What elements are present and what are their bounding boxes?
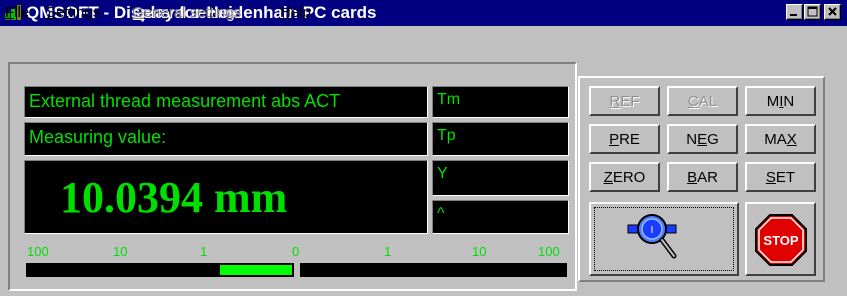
bar-button[interactable]: BAR <box>667 162 738 192</box>
max-label-accel: X <box>786 131 797 148</box>
max-label-pre: MA <box>764 131 787 148</box>
maximize-button[interactable] <box>804 4 821 20</box>
menu-file-label: ile <box>14 4 30 21</box>
cal-button[interactable]: CAL <box>667 86 738 116</box>
set-label-accel: S <box>765 169 776 186</box>
measuring-value-label: Measuring value: <box>29 127 167 147</box>
scale-tick-label: 0 <box>292 244 300 259</box>
ref-button[interactable]: REF <box>589 86 660 116</box>
pre-label-accel: P <box>609 131 620 148</box>
stop-sign-icon: STOP <box>754 213 808 272</box>
menu-general-settings: General settings <box>132 3 241 23</box>
scale-tick-label: 10 <box>472 244 487 259</box>
cal-label-post: AL <box>698 93 718 110</box>
maximize-icon <box>807 6 818 17</box>
measuring-value-line: Measuring value: <box>24 122 428 156</box>
side-field-y: Y <box>432 160 569 196</box>
side-field-tm: Tm <box>432 86 569 118</box>
menu-bar <box>0 26 847 52</box>
neg-label-pre: N <box>686 131 698 148</box>
zero-label-accel: Z <box>603 169 613 186</box>
scale-tick-label: 10 <box>113 244 128 259</box>
zero-label-post: ERO <box>612 169 646 186</box>
side-label-y: Y <box>437 165 448 182</box>
neg-label-post: G <box>707 131 719 148</box>
min-label-pre: M <box>766 93 780 110</box>
neg-button[interactable]: NEG <box>667 124 738 154</box>
ref-label-post: EF <box>620 93 640 110</box>
measurement-type-line: External thread measurement abs ACT <box>24 86 428 118</box>
min-button[interactable]: MIN <box>745 86 816 116</box>
scale-track-right <box>300 263 567 277</box>
magnifier-icon: I <box>622 210 702 273</box>
side-label-caret: ^ <box>437 205 445 222</box>
close-icon <box>828 7 837 16</box>
svg-text:I: I <box>651 225 654 236</box>
menu-settings[interactable]: Settings <box>46 3 100 23</box>
menu-general-label: eneral settings <box>143 4 242 21</box>
pre-label-post: RE <box>619 131 640 148</box>
menu-settings-label: ettings <box>56 4 101 21</box>
minimize-icon <box>790 14 797 16</box>
set-label-post: ET <box>775 169 796 186</box>
scale-tick-label: 1 <box>200 244 208 259</box>
ref-label-accel: R <box>609 93 621 110</box>
bar-label-accel: B <box>687 169 698 186</box>
zero-button[interactable]: ZERO <box>589 162 660 192</box>
min-label-post: N <box>783 93 795 110</box>
scale-tick-label: 1 <box>384 244 392 259</box>
pre-button[interactable]: PRE <box>589 124 660 154</box>
side-label-tm: Tm <box>437 91 461 108</box>
menu-general-accel: G <box>132 4 144 21</box>
main-value: 10.0394 mm <box>60 173 288 222</box>
menu-help-accel: H <box>280 4 291 21</box>
neg-label-accel: E <box>697 131 708 148</box>
max-button[interactable]: MAX <box>745 124 816 154</box>
measurement-type-text: External thread measurement abs ACT <box>29 91 341 111</box>
scale-level-bar <box>220 265 292 275</box>
side-label-tp: Tp <box>437 127 456 144</box>
side-field-tp: Tp <box>432 122 569 156</box>
close-button[interactable] <box>824 4 841 20</box>
stop-label: STOP <box>763 233 798 248</box>
scale-tick-label: 100 <box>538 244 560 259</box>
menu-help-label: elp <box>290 4 311 21</box>
set-button[interactable]: SET <box>745 162 816 192</box>
menu-file[interactable]: File <box>5 3 29 23</box>
side-field-caret: ^ <box>432 200 569 234</box>
bar-label-post: AR <box>697 169 718 186</box>
minimize-button[interactable] <box>786 4 803 20</box>
menu-settings-accel: S <box>46 4 57 21</box>
cal-label-accel: C <box>687 93 699 110</box>
scale-tick-label: 100 <box>27 244 49 259</box>
menu-file-accel: F <box>5 4 15 21</box>
menu-help[interactable]: Help <box>280 3 311 23</box>
